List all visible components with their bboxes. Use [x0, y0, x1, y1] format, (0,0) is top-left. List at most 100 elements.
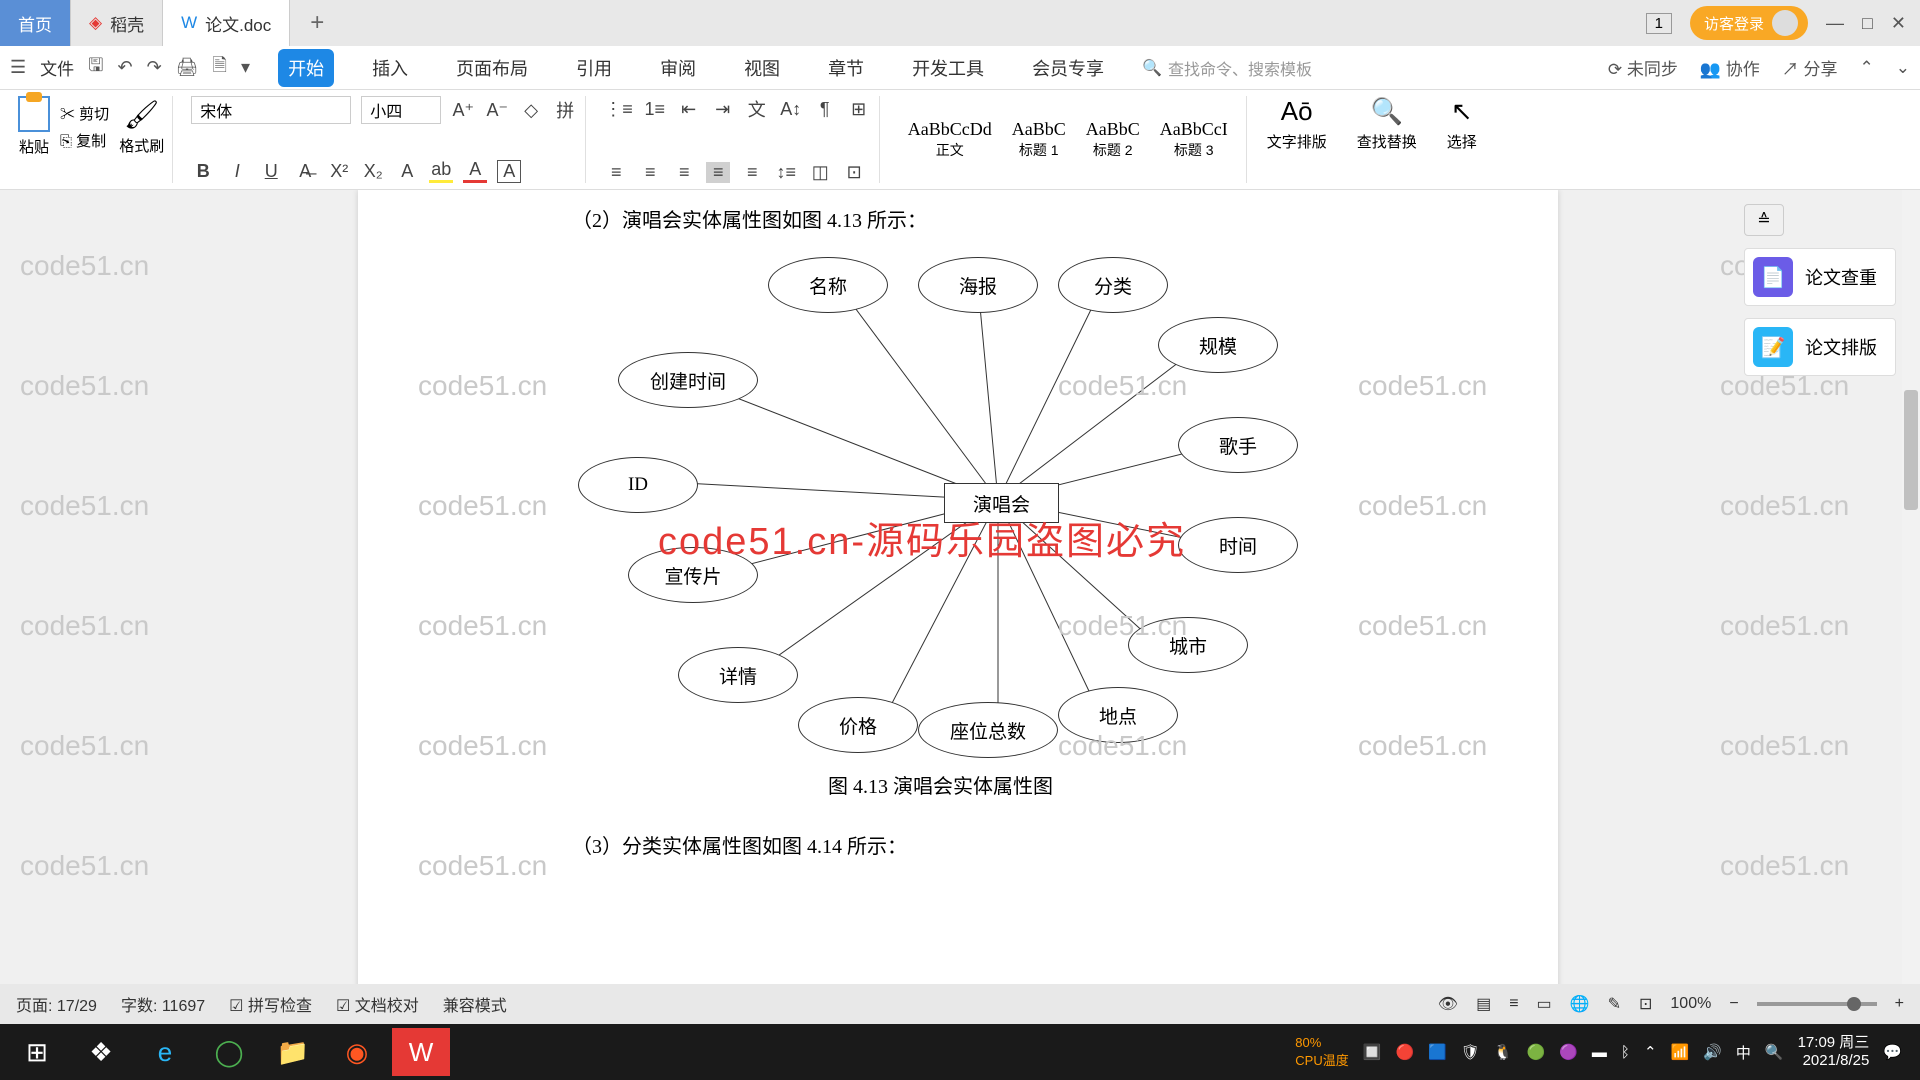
numbering-icon[interactable]: 1≡ [643, 99, 667, 120]
tray-icon[interactable]: 🔴 [1395, 1043, 1414, 1061]
pen-icon[interactable]: ✎ [1608, 994, 1621, 1014]
text-dir-icon[interactable]: 文 [745, 96, 769, 122]
shrink-font-icon[interactable]: A⁻ [485, 100, 509, 121]
redo-icon[interactable]: ↷ [147, 57, 162, 78]
paper-check[interactable]: 📄论文查重 [1744, 248, 1896, 306]
view-outline-icon[interactable]: ≡ [1509, 995, 1518, 1013]
align-left-icon[interactable]: ≡ [604, 162, 628, 183]
tray-icon[interactable]: 🔲 [1363, 1043, 1382, 1061]
style-h1[interactable]: AaBbC标题 1 [1002, 117, 1076, 162]
tray-icon[interactable]: 🟦 [1428, 1043, 1447, 1061]
preview-icon[interactable]: 🗎 [213, 53, 227, 83]
task-wps[interactable]: W [392, 1028, 450, 1076]
tab-start[interactable]: 开始 [278, 49, 334, 87]
tab-review[interactable]: 审阅 [650, 49, 706, 87]
spell-check[interactable]: ☑ 拼写检查 [229, 992, 312, 1016]
badge[interactable]: 1 [1646, 13, 1672, 34]
tab-home[interactable]: 首页 [0, 0, 71, 46]
tab-doc[interactable]: W论文.doc [163, 0, 290, 46]
tray-ime[interactable]: 中 [1736, 1042, 1751, 1063]
tray-wifi-icon[interactable]: 📶 [1671, 1043, 1690, 1061]
find-replace-button[interactable]: 🔍查找替换 [1347, 96, 1427, 183]
distribute-icon[interactable]: ≡ [740, 162, 764, 183]
save-icon[interactable]: 🖫 [88, 53, 103, 83]
zoom-out[interactable]: − [1729, 995, 1738, 1013]
tray-icon[interactable]: 🟢 [1527, 1043, 1546, 1061]
start-button[interactable]: ⊞ [8, 1028, 66, 1076]
tray-search-icon[interactable]: 🔍 [1765, 1043, 1784, 1061]
tray-icon[interactable]: 🛡 [1461, 1043, 1480, 1061]
doc-proof[interactable]: ☑ 文档校对 [336, 992, 419, 1016]
task-explorer[interactable]: 📁 [264, 1028, 322, 1076]
more-icon[interactable]: ▾ [241, 57, 250, 78]
align-right-icon[interactable]: ≡ [672, 162, 696, 183]
task-browser[interactable]: ◯ [200, 1028, 258, 1076]
bold-button[interactable]: B [191, 161, 215, 182]
search-box[interactable]: 🔍 查找命令、搜索模板 [1142, 56, 1312, 80]
style-h3[interactable]: AaBbCcI标题 3 [1150, 117, 1238, 162]
zoom-slider[interactable] [1757, 1002, 1877, 1006]
tab-insert[interactable]: 插入 [362, 49, 418, 87]
tab-view[interactable]: 视图 [734, 49, 790, 87]
outdent-icon[interactable]: ⇤ [677, 99, 701, 120]
style-body[interactable]: AaBbCcDd正文 [898, 117, 1002, 162]
sync-status[interactable]: ⟳ 未同步 [1608, 55, 1678, 80]
tray-bluetooth-icon[interactable]: ᛒ [1621, 1044, 1630, 1061]
tray-clock[interactable]: 17:09 周三2021/8/25 [1798, 1034, 1870, 1070]
text-layout-button[interactable]: Aō文字排版 [1257, 96, 1337, 183]
tray-notif-icon[interactable]: 💬 [1883, 1043, 1902, 1061]
menu-icon[interactable]: ☰ [10, 57, 26, 78]
login-button[interactable]: 访客登录 [1690, 6, 1808, 40]
paste-button[interactable]: 粘贴 [18, 96, 50, 157]
eye-icon[interactable]: 👁 [1438, 994, 1458, 1014]
collapse-icon[interactable]: ⌃ [1860, 58, 1874, 78]
style-h2[interactable]: AaBbC标题 2 [1076, 117, 1150, 162]
tab-pagelayout[interactable]: 页面布局 [446, 49, 538, 87]
tab-devtools[interactable]: 开发工具 [902, 49, 994, 87]
close-icon[interactable]: ✕ [1891, 13, 1906, 34]
font-color-icon[interactable]: A [463, 159, 487, 183]
line-spacing-icon[interactable]: ↕≡ [774, 162, 798, 183]
shading-icon[interactable]: ◫ [808, 162, 832, 183]
view-web-icon[interactable]: 🌐 [1570, 994, 1590, 1014]
size-select[interactable] [361, 96, 441, 124]
share-button[interactable]: ↗ 分享 [1782, 55, 1838, 80]
task-app2[interactable]: ◉ [328, 1028, 386, 1076]
view-page-icon[interactable]: ▤ [1476, 994, 1491, 1014]
align-center-icon[interactable]: ≡ [638, 162, 662, 183]
tray-icon[interactable]: ▬ [1592, 1044, 1607, 1061]
phonetic-icon[interactable]: 拼 [553, 97, 577, 123]
highlight-icon[interactable]: ab [429, 159, 453, 183]
subscript-button[interactable]: X₂ [361, 161, 385, 182]
italic-button[interactable]: I [225, 161, 249, 182]
print-icon[interactable]: 🖨 [176, 57, 199, 78]
tab-chapter[interactable]: 章节 [818, 49, 874, 87]
tray-volume-icon[interactable]: 🔊 [1703, 1043, 1722, 1061]
maximize-icon[interactable]: □ [1862, 13, 1873, 34]
grow-font-icon[interactable]: A⁺ [451, 100, 475, 121]
tab-daoke[interactable]: ◈稻壳 [71, 0, 163, 46]
vertical-scrollbar[interactable] [1902, 190, 1920, 990]
panel-toggle[interactable]: ≙ [1744, 204, 1784, 236]
copy-button[interactable]: ⎘ 复制 [60, 130, 109, 151]
text-effect-icon[interactable]: A [395, 161, 419, 182]
font-select[interactable] [191, 96, 351, 124]
bullets-icon[interactable]: ⋮≡ [604, 99, 633, 120]
format-painter[interactable]: 🖌格式刷 [119, 98, 164, 156]
zoom-in[interactable]: + [1895, 995, 1904, 1013]
align-justify-icon[interactable]: ≡ [706, 162, 730, 183]
minimize-icon[interactable]: — [1826, 13, 1844, 34]
paper-format[interactable]: 📝论文排版 [1744, 318, 1896, 376]
strike-button[interactable]: A̶ [293, 161, 317, 182]
char-border-icon[interactable]: A [497, 160, 521, 183]
superscript-button[interactable]: X² [327, 161, 351, 182]
underline-button[interactable]: U [259, 161, 283, 182]
tray-icon[interactable]: 🟣 [1559, 1043, 1578, 1061]
tray-icon[interactable]: 🐧 [1494, 1043, 1513, 1061]
tab-vip[interactable]: 会员专享 [1022, 49, 1114, 87]
tab-new[interactable]: + [290, 0, 344, 46]
para-mark-icon[interactable]: ¶ [813, 99, 837, 120]
select-button[interactable]: ↖选择 [1437, 96, 1487, 183]
tray-up-icon[interactable]: ⌃ [1644, 1043, 1657, 1061]
options-icon[interactable]: ⌄ [1896, 58, 1910, 78]
